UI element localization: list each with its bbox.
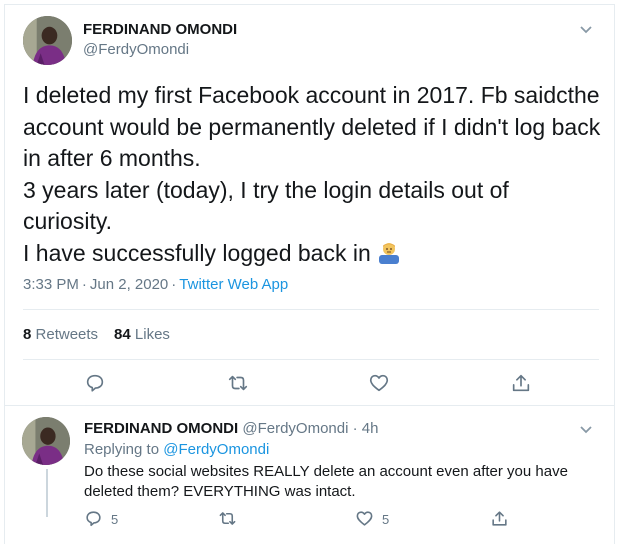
share-icon[interactable] [490, 509, 509, 528]
reply-author-handle[interactable]: @FerdyOmondi [242, 420, 348, 437]
retweet-icon[interactable] [218, 509, 237, 528]
separator-dot: · [171, 276, 177, 293]
like-count: 5 [382, 512, 390, 527]
likes-label: Likes [134, 326, 170, 343]
chevron-down-icon[interactable] [580, 26, 592, 34]
divider [5, 405, 615, 406]
like-icon[interactable] [355, 509, 374, 528]
retweet-icon[interactable] [227, 372, 249, 394]
thread-line [46, 469, 48, 517]
tweet-date[interactable]: Jun 2, 2020 [90, 276, 168, 293]
reply-avatar[interactable] [22, 417, 70, 465]
share-icon[interactable] [510, 372, 532, 394]
tweet-stats: 8 Retweets 84 Likes [23, 326, 170, 343]
replying-to: Replying to @FerdyOmondi [84, 441, 269, 458]
retweets-label: Retweets [35, 326, 99, 343]
reply-count: 5 [111, 512, 119, 527]
tweet-text: I deleted my first Facebook account in 2… [23, 80, 603, 269]
divider [23, 309, 599, 310]
retweets-count: 8 [23, 326, 32, 343]
reply-text: Do these social websites REALLY delete a… [84, 463, 568, 500]
likes-count: 84 [114, 326, 131, 343]
reply-age[interactable]: 4h [362, 420, 379, 437]
separator-dot: · [348, 420, 362, 437]
avatar[interactable] [23, 16, 72, 65]
tweet-meta: 3:33 PM · Jun 2, 2020 · Twitter Web App [23, 276, 288, 293]
likes-stat[interactable]: 84 Likes [114, 326, 170, 343]
like-icon[interactable] [368, 372, 390, 394]
replying-to-handle[interactable]: @FerdyOmondi [163, 441, 269, 458]
avatar-photo [22, 417, 70, 465]
author-handle[interactable]: @FerdyOmondi [83, 41, 189, 58]
separator-dot: · [81, 276, 87, 293]
tweet-time[interactable]: 3:33 PM [23, 276, 79, 293]
tweet-text-body: I deleted my first Facebook account in 2… [23, 82, 601, 266]
replying-to-label: Replying to [84, 441, 160, 458]
retweets-stat[interactable]: 8 Retweets [23, 326, 98, 343]
reply-author-name[interactable]: FERDINAND OMONDI [84, 420, 238, 437]
reply-icon[interactable] [84, 372, 106, 394]
author-name[interactable]: FERDINAND OMONDI [83, 21, 237, 38]
reply-icon[interactable] [84, 509, 103, 528]
avatar-photo [23, 16, 72, 65]
tweet-source[interactable]: Twitter Web App [179, 276, 288, 293]
reply-header: FERDINAND OMONDI @FerdyOmondi · 4h [84, 420, 378, 437]
man-shrugging-emoji [377, 240, 401, 264]
chevron-down-icon[interactable] [580, 426, 592, 434]
divider [23, 359, 599, 360]
